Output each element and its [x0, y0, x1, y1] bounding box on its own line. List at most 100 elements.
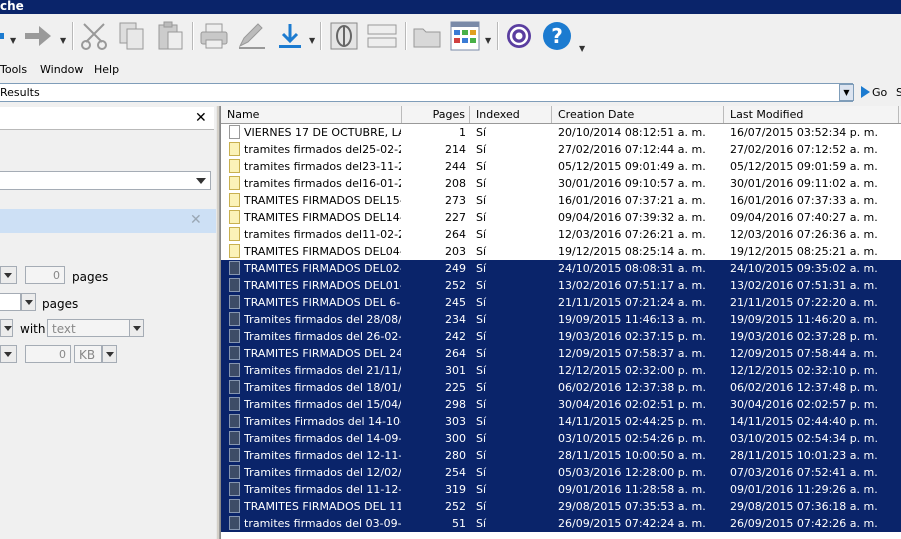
table-row[interactable]: Tramites firmados del 14-09-2... 300 Sí 03/… — [221, 430, 901, 447]
menu-help[interactable]: Help — [94, 63, 119, 76]
cell-pages: 273 — [445, 194, 466, 207]
close-icon[interactable]: ✕ — [195, 110, 207, 126]
cell-creation-date: 30/04/2016 02:02:51 p. m. — [558, 398, 706, 411]
paste-icon[interactable] — [154, 20, 186, 52]
table-row[interactable]: Tramites firmados del 15/04/2... 298 Sí 30/… — [221, 396, 901, 413]
column-header-pages[interactable]: Pages — [402, 106, 470, 123]
layout-grid-icon[interactable] — [449, 20, 481, 52]
table-row[interactable]: Tramites firmados del 18/01/2... 225 Sí 06/… — [221, 379, 901, 396]
text-placeholder: text — [52, 322, 76, 336]
pages-count-field[interactable] — [0, 293, 21, 311]
table-row[interactable]: Tramites firmados del 12/02/2... 254 Sí 05/… — [221, 464, 901, 481]
table-row[interactable]: TRAMITES FIRMADOS DEL04-... 203 Sí 19/12/20… — [221, 243, 901, 260]
table-row[interactable]: VIERNES 17 DE OCTUBRE, LA... 1 Sí 20/10/201… — [221, 124, 901, 141]
column-header-name[interactable]: Name — [221, 106, 402, 123]
column-header-creation-date[interactable]: Creation Date — [552, 106, 724, 123]
edit-icon[interactable] — [236, 20, 268, 52]
forward-arrow-icon[interactable] — [22, 20, 54, 52]
cell-creation-date: 12/12/2015 02:32:00 p. m. — [558, 364, 706, 377]
size-unit: KB — [79, 348, 96, 362]
text-dropdown[interactable] — [129, 319, 144, 337]
address-bar[interactable]: Results — [0, 83, 853, 102]
table-row[interactable]: tramites firmados del 03-09-2... 51 Sí 26/0… — [221, 515, 901, 532]
pages-operator-dropdown[interactable] — [0, 266, 17, 284]
remove-icon[interactable]: ✕ — [190, 212, 202, 228]
column-header-last-modified[interactable]: Last Modified — [724, 106, 899, 123]
cell-creation-date: 19/03/2016 02:37:15 p. m. — [558, 330, 706, 343]
table-row[interactable]: tramites firmados del23-11-2... 244 Sí 05/1… — [221, 158, 901, 175]
cell-last-modified: 07/03/2016 07:52:41 a. m. — [730, 466, 878, 479]
table-row[interactable]: Tramites Firmados del 14-10-... 303 Sí 14/1… — [221, 413, 901, 430]
pages-count-dropdown[interactable] — [21, 293, 36, 311]
menu-bar: Tools Window Help — [0, 60, 901, 80]
table-row[interactable]: tramites firmados del25-02-2... 214 Sí 27/0… — [221, 141, 901, 158]
search-scope-combo[interactable] — [0, 171, 211, 190]
cut-icon[interactable] — [78, 20, 110, 52]
cell-creation-date: 19/12/2015 08:25:14 a. m. — [558, 245, 706, 258]
menu-window[interactable]: Window — [40, 63, 83, 76]
table-row[interactable]: tramites firmados del16-01-2... 208 Sí 30/0… — [221, 175, 901, 192]
two-pane-view-icon[interactable] — [366, 20, 398, 52]
go-button[interactable]: Go — [861, 86, 887, 99]
document-icon — [229, 329, 240, 343]
cell-last-modified: 19/09/2015 11:46:20 a. m. — [730, 313, 878, 326]
cell-last-modified: 12/09/2015 07:58:44 a. m. — [730, 347, 878, 360]
table-row[interactable]: tramites firmados del11-02-2... 264 Sí 12/0… — [221, 226, 901, 243]
blue-arrow-icon[interactable] — [0, 20, 6, 52]
table-row[interactable]: Tramites firmados del 28/08/2... 234 Sí 19/… — [221, 311, 901, 328]
size-unit-dropdown[interactable] — [102, 345, 117, 363]
table-row[interactable]: Tramites firmados del 21/11/2... 301 Sí 12/… — [221, 362, 901, 379]
cell-name: TRAMITES FIRMADOS DEL 11... — [244, 500, 401, 513]
address-dropdown-button[interactable]: ▼ — [839, 84, 854, 101]
text-input[interactable]: text — [47, 319, 130, 337]
table-row[interactable]: TRAMITES FIRMADOS DEL 6-... 245 Sí 21/11/20… — [221, 294, 901, 311]
size-operator-dropdown[interactable] — [0, 345, 17, 363]
menu-tools[interactable]: Tools — [0, 63, 27, 76]
table-row[interactable]: TRAMITES FIRMADOS DEL01-... 252 Sí 13/02/20… — [221, 277, 901, 294]
download-icon[interactable] — [274, 20, 306, 52]
cell-creation-date: 16/01/2016 07:37:21 a. m. — [558, 194, 706, 207]
chevron-down-icon[interactable]: ▼ — [309, 36, 315, 45]
copy-icon[interactable] — [116, 20, 148, 52]
cell-creation-date: 27/02/2016 07:12:44 a. m. — [558, 143, 706, 156]
cell-creation-date: 29/08/2015 07:35:53 a. m. — [558, 500, 706, 513]
text-operator-dropdown[interactable] — [0, 319, 13, 337]
size-unit-field[interactable]: KB — [74, 345, 102, 363]
table-row[interactable]: TRAMITES FIRMADOS DEL 11... 252 Sí 29/08/20… — [221, 498, 901, 515]
table-row[interactable]: Tramites firmados del 11-12-2... 319 Sí 09/… — [221, 481, 901, 498]
cell-indexed: Sí — [476, 228, 487, 241]
cell-name: tramites firmados del 03-09-2... — [244, 517, 401, 530]
document-icon — [229, 397, 240, 411]
cell-creation-date: 12/09/2015 07:58:37 a. m. — [558, 347, 706, 360]
toolbar-cut-label[interactable]: S — [896, 86, 901, 99]
single-page-view-icon[interactable] — [328, 20, 360, 52]
table-row[interactable]: TRAMITES FIRMADOS DEL14-... 227 Sí 09/04/20… — [221, 209, 901, 226]
settings-gear-icon[interactable] — [503, 20, 535, 52]
cell-name: Tramites firmados del 26-02-2... — [244, 330, 401, 343]
chevron-down-icon[interactable]: ▼ — [10, 36, 16, 45]
chevron-down-icon[interactable]: ▼ — [579, 44, 585, 53]
column-header-indexed[interactable]: Indexed — [470, 106, 552, 123]
table-row[interactable]: TRAMITES FIRMADOS DEL02-... 249 Sí 24/10/20… — [221, 260, 901, 277]
cell-indexed: Sí — [476, 364, 487, 377]
cell-last-modified: 27/02/2016 07:12:52 a. m. — [730, 143, 878, 156]
table-row[interactable]: TRAMITES FIRMADOS DEL 24... 264 Sí 12/09/20… — [221, 345, 901, 362]
cell-name: tramites firmados del11-02-2... — [244, 228, 401, 241]
table-row[interactable]: Tramites firmados del 12-11-2... 280 Sí 28/… — [221, 447, 901, 464]
document-icon — [229, 295, 240, 309]
pages-spinner[interactable]: 0 — [25, 266, 65, 284]
table-row[interactable]: TRAMITES FIRMADOS DEL15-... 273 Sí 16/01/20… — [221, 192, 901, 209]
help-icon[interactable]: ? — [541, 20, 573, 52]
table-row[interactable]: Tramites firmados del 26-02-2... 242 Sí 19/… — [221, 328, 901, 345]
cell-last-modified: 05/12/2015 09:01:59 a. m. — [730, 160, 878, 173]
chevron-down-icon[interactable]: ▼ — [60, 36, 66, 45]
folder-icon[interactable] — [411, 20, 443, 52]
cell-last-modified: 30/04/2016 02:02:57 p. m. — [730, 398, 878, 411]
results-table: Name Pages Indexed Creation Date Last Mo… — [220, 106, 901, 539]
document-icon — [229, 414, 240, 428]
cell-creation-date: 24/10/2015 08:08:31 a. m. — [558, 262, 706, 275]
print-icon[interactable] — [198, 20, 230, 52]
size-spinner[interactable]: 0 — [25, 345, 71, 363]
with-label: with — [20, 322, 46, 336]
chevron-down-icon[interactable]: ▼ — [485, 36, 491, 45]
